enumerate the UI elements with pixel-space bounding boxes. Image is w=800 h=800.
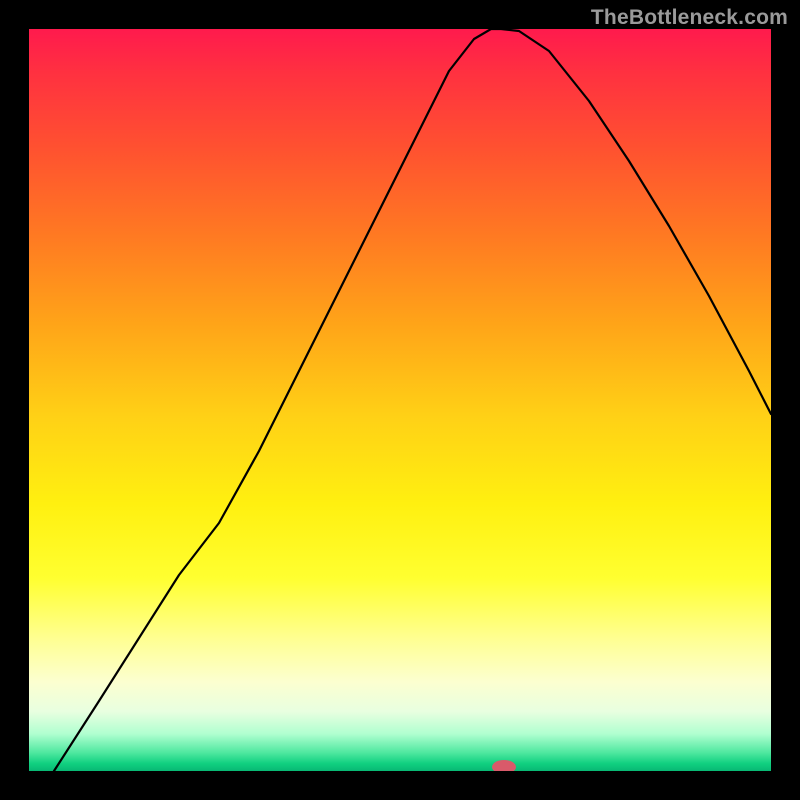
chart-stage: TheBottleneck.com [0,0,800,800]
plot-area [29,29,771,771]
bottleneck-curve [54,29,771,771]
optimal-marker [492,760,516,771]
curve-layer [29,29,771,771]
watermark-text: TheBottleneck.com [591,6,788,30]
